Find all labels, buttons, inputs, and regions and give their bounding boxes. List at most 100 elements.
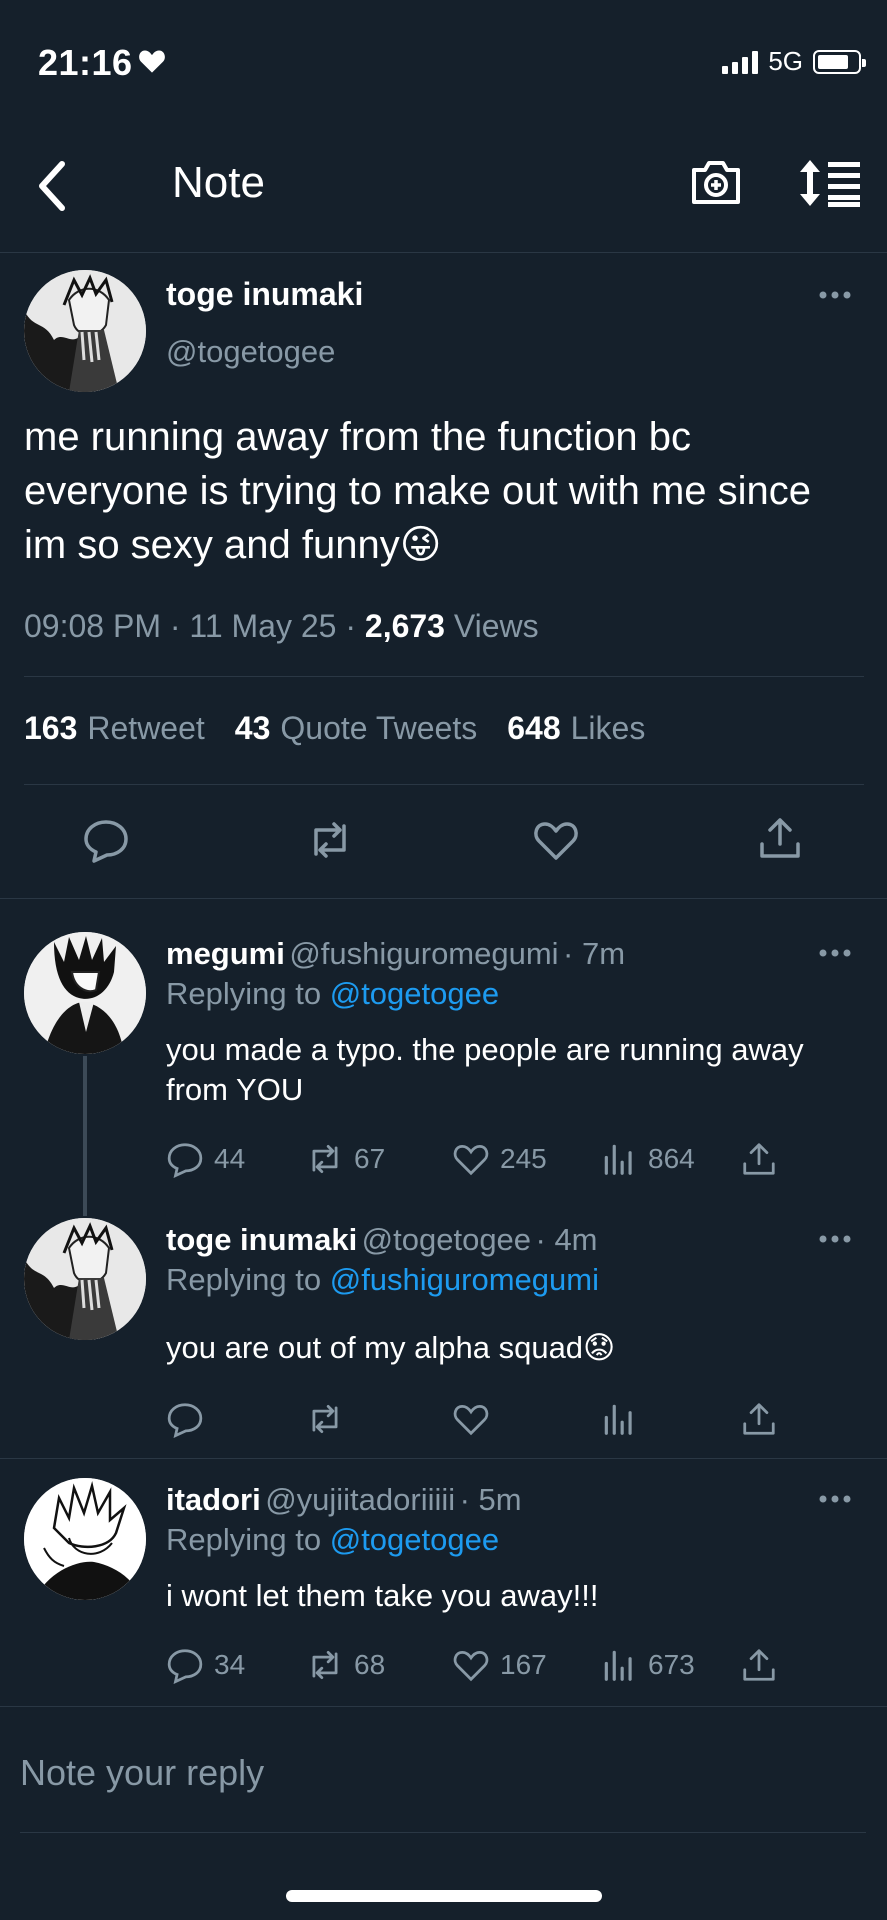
reply-button[interactable] (166, 1400, 306, 1438)
views-icon (604, 1144, 632, 1175)
reply-actions: 34 68 167 673 (166, 1646, 778, 1684)
more-icon[interactable] (818, 1494, 852, 1504)
reply-author-handle[interactable]: @fushiguromegumi (289, 936, 558, 971)
divider (24, 784, 864, 785)
replying-to: Replying to @fushiguromegumi (166, 1262, 599, 1297)
signal-icon (722, 50, 759, 74)
reply-text: you are out of my alpha squad😟 (166, 1328, 816, 1368)
retweets-stat[interactable]: 163 Retweet (24, 710, 205, 747)
share-button[interactable] (740, 1400, 778, 1438)
reply-text: you made a typo. the people are running … (166, 1032, 804, 1107)
avatar[interactable] (24, 932, 146, 1054)
reply-text: i wont let them take you away!!! (166, 1578, 599, 1613)
reply-author-name[interactable]: itadori (166, 1482, 261, 1517)
heart-status-icon (139, 50, 165, 73)
header-divider (0, 252, 887, 253)
retweet-button[interactable]: 68 (306, 1646, 452, 1684)
reply-icon (167, 1649, 203, 1684)
reply-count: 44 (214, 1143, 246, 1174)
reply-count: 34 (214, 1649, 246, 1680)
reply-author-handle[interactable]: @yujiitadoriiiii (265, 1482, 455, 1517)
like-icon (453, 1404, 489, 1436)
reply-time: 5m (478, 1482, 522, 1517)
tweet-meta: 09:08 PM · 11 May 25 · 2,673 Views (24, 608, 539, 644)
thread-line (83, 1056, 87, 1216)
camera-icon[interactable] (690, 156, 742, 208)
reply-emoji: 😟 (583, 1330, 616, 1365)
reply-text-body: you are out of my alpha squad (166, 1330, 584, 1365)
views-icon (604, 1650, 632, 1681)
reply-button[interactable]: 44 (166, 1140, 306, 1178)
retweet-count: 68 (354, 1649, 386, 1680)
status-indicators: 5G (722, 46, 866, 77)
more-icon[interactable] (818, 1234, 852, 1244)
replying-to: Replying to @togetogee (166, 976, 500, 1011)
author-name[interactable]: toge inumaki (166, 276, 363, 313)
tweet-text: me running away from the function bc eve… (24, 410, 864, 572)
reply-input[interactable] (0, 1718, 887, 1828)
more-icon[interactable] (818, 290, 852, 300)
author-handle[interactable]: @togetogee (166, 334, 335, 370)
like-button[interactable]: 245 (452, 1140, 600, 1178)
like-icon (453, 1650, 489, 1682)
retweet-icon (312, 1404, 338, 1434)
reply-author-name[interactable]: megumi (166, 936, 285, 971)
divider (24, 676, 864, 677)
avatar[interactable] (24, 1218, 146, 1340)
retweet-icon[interactable] (306, 816, 354, 864)
share-icon (743, 1649, 775, 1681)
like-button[interactable]: 167 (452, 1646, 600, 1684)
more-icon[interactable] (818, 948, 852, 958)
back-icon[interactable] (34, 160, 70, 212)
divider (0, 898, 887, 899)
views-label: Views (453, 608, 539, 644)
retweet-count: 67 (354, 1143, 386, 1174)
retweet-button[interactable] (306, 1400, 452, 1438)
reply-icon (167, 1403, 203, 1438)
reply-time: 7m (581, 936, 626, 971)
tweet-time: 09:08 PM (24, 608, 161, 644)
reply-icon[interactable] (82, 816, 130, 864)
divider (0, 1706, 887, 1707)
share-icon[interactable] (756, 814, 804, 862)
likes-stat[interactable]: 648 Likes (507, 710, 645, 747)
reply-header: itadori @yujiitadoriiiii · 5m (166, 1482, 522, 1517)
reply-button[interactable]: 34 (166, 1646, 306, 1684)
views-button[interactable]: 673 (600, 1646, 740, 1684)
like-icon (453, 1144, 489, 1176)
avatar[interactable] (24, 1478, 146, 1600)
like-count: 245 (500, 1143, 547, 1174)
page-title: Note (172, 158, 265, 207)
home-indicator[interactable] (286, 1890, 602, 1902)
like-button[interactable] (452, 1400, 600, 1438)
views-button[interactable]: 864 (600, 1140, 740, 1178)
reply-author-handle[interactable]: @togetogee (362, 1222, 531, 1257)
reply-header: toge inumaki @togetogee · 4m (166, 1222, 598, 1257)
like-count: 167 (500, 1649, 547, 1680)
views-count: 864 (648, 1143, 695, 1174)
reply-author-name[interactable]: toge inumaki (166, 1222, 357, 1257)
share-icon (743, 1403, 775, 1435)
avatar[interactable] (24, 270, 146, 392)
quotes-stat[interactable]: 43 Quote Tweets (235, 710, 477, 747)
reply-header: megumi @fushiguromegumi · 7m (166, 936, 626, 971)
network-label: 5G (768, 46, 803, 76)
like-icon[interactable] (532, 816, 580, 864)
tweet-stats: 163 Retweet 43 Quote Tweets 648 Likes (24, 710, 645, 747)
views-count: 2,673 (364, 608, 445, 644)
share-button[interactable] (740, 1646, 778, 1684)
mention-link[interactable]: @togetogee (330, 976, 499, 1011)
divider (20, 1832, 866, 1833)
divider (0, 1458, 887, 1459)
views-button[interactable] (600, 1400, 740, 1438)
sort-icon[interactable] (798, 158, 862, 208)
reply-icon (167, 1143, 203, 1178)
mention-link[interactable]: @togetogee (330, 1522, 499, 1557)
tweet-emoji: 😜 (399, 523, 442, 567)
retweet-button[interactable]: 67 (306, 1140, 452, 1178)
share-button[interactable] (740, 1140, 778, 1178)
reply-actions (166, 1400, 778, 1438)
battery-icon (813, 49, 866, 74)
mention-link[interactable]: @fushiguromegumi (330, 1262, 599, 1297)
reply-actions: 44 67 245 864 (166, 1140, 778, 1178)
